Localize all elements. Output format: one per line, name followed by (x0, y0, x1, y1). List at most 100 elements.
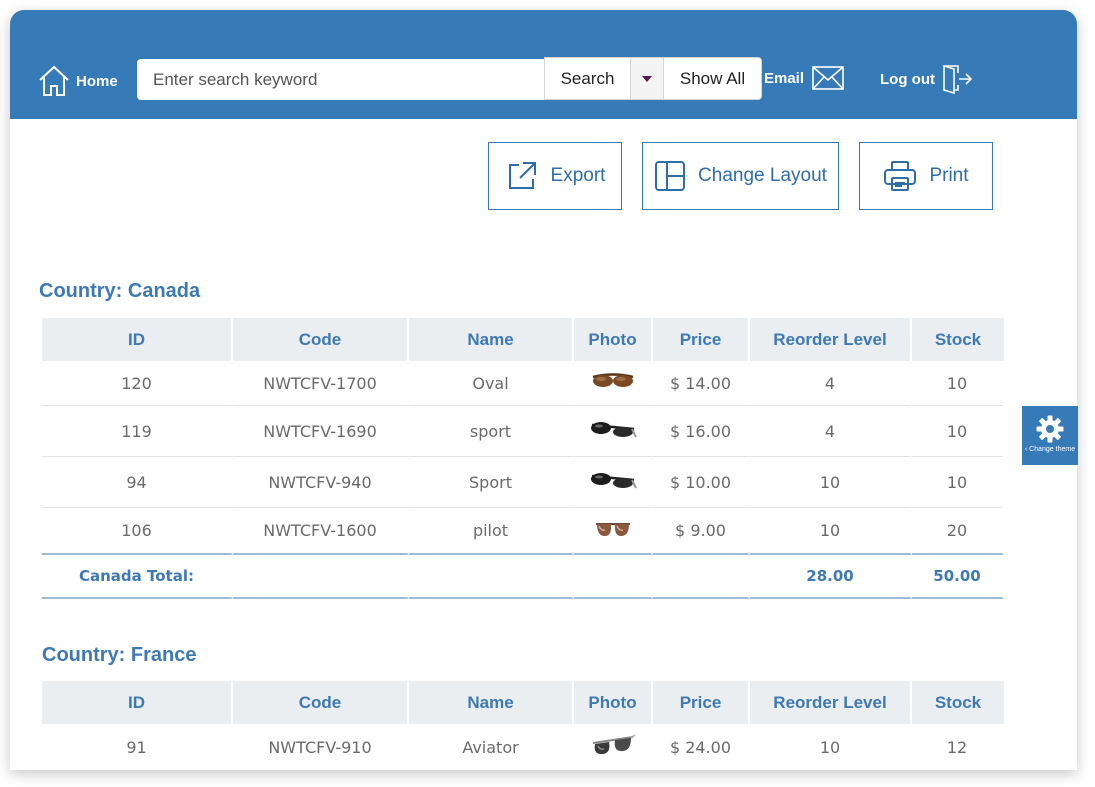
column-header-price[interactable]: Price (653, 318, 750, 361)
column-header-id[interactable]: ID (42, 318, 233, 361)
report-window: Home Search Show All Email Log out (10, 10, 1077, 770)
cell-stock: 10 (912, 406, 1004, 457)
column-header-stock[interactable]: Stock (912, 681, 1004, 724)
sunglasses-black-sport-icon (590, 473, 637, 489)
cell-name: pilot (409, 508, 574, 555)
group-total-stock: 50.00 (912, 555, 1004, 599)
top-bar: Home Search Show All Email Log out (10, 10, 1077, 119)
change-layout-label: Change Layout (698, 165, 827, 186)
search-button[interactable]: Search (544, 57, 631, 100)
cell-code: NWTCFV-940 (233, 457, 409, 508)
search-input[interactable] (137, 59, 545, 100)
cell-name: Sport (409, 457, 574, 508)
table-header-row: ID Code Name Photo Price Reorder Level S… (42, 318, 1004, 361)
cell-id: 120 (42, 361, 233, 406)
cell-id: 119 (42, 406, 233, 457)
cell-code: NWTCFV-1700 (233, 361, 409, 406)
sunglasses-black-sport-icon (590, 422, 637, 438)
group-total-row: Canada Total: 28.00 50.00 (42, 555, 1004, 599)
sunglasses-brown-pilot-icon (595, 522, 630, 536)
column-header-reorder-level[interactable]: Reorder Level (750, 318, 912, 361)
cell-empty (574, 555, 653, 599)
change-layout-button[interactable]: Change Layout (642, 142, 839, 210)
column-header-photo[interactable]: Photo (574, 318, 653, 361)
cell-name: Oval (409, 361, 574, 406)
export-icon (508, 162, 536, 189)
cell-price: $ 9.00 (653, 508, 750, 555)
print-label: Print (929, 165, 969, 186)
group-title-canada: Country: Canada (39, 280, 201, 302)
cell-name: Aviator (409, 724, 574, 770)
column-header-price[interactable]: Price (653, 681, 750, 724)
cell-stock: 12 (912, 724, 1004, 770)
cell-stock: 10 (912, 361, 1004, 406)
column-header-reorder-level[interactable]: Reorder Level (750, 681, 912, 724)
table-header-row: ID Code Name Photo Price Reorder Level S… (42, 681, 1004, 724)
home-label: Home (76, 72, 118, 90)
home-icon (39, 65, 69, 96)
caret-down-icon (642, 75, 652, 82)
cell-reorder-level: 10 (750, 508, 912, 555)
email-button[interactable]: Email (764, 66, 844, 90)
cell-price: $ 16.00 (653, 406, 750, 457)
change-theme-label: ‹ Change theme (1025, 446, 1075, 453)
cell-stock: 20 (912, 508, 1004, 555)
cell-photo (574, 361, 653, 406)
search-options-dropdown[interactable] (630, 57, 664, 100)
gear-icon (1036, 415, 1064, 443)
table-row[interactable]: 119 NWTCFV-1690 sport $ 16.00 4 10 (42, 406, 1004, 457)
cell-reorder-level: 10 (750, 457, 912, 508)
cell-price: $ 14.00 (653, 361, 750, 406)
show-all-button[interactable]: Show All (663, 57, 762, 100)
layout-icon (655, 161, 686, 191)
group-total-reorder-level: 28.00 (750, 555, 912, 599)
cell-code: NWTCFV-1690 (233, 406, 409, 457)
cell-code: NWTCFV-1600 (233, 508, 409, 555)
column-header-name[interactable]: Name (409, 681, 574, 724)
cell-name: sport (409, 406, 574, 457)
cell-photo (574, 406, 653, 457)
cell-empty (409, 555, 574, 599)
column-header-code[interactable]: Code (233, 318, 409, 361)
cell-price: $ 24.00 (653, 724, 750, 770)
home-button[interactable]: Home (37, 64, 118, 98)
cell-photo (574, 724, 653, 770)
group-total-label: Canada Total: (42, 555, 233, 599)
logout-label: Log out (880, 70, 935, 88)
products-table-france: ID Code Name Photo Price Reorder Level S… (42, 681, 1004, 770)
cell-price: $ 10.00 (653, 457, 750, 508)
envelope-icon (812, 66, 844, 90)
export-button[interactable]: Export (488, 142, 622, 210)
print-button[interactable]: Print (859, 142, 993, 210)
column-header-stock[interactable]: Stock (912, 318, 1004, 361)
table-row[interactable]: 106 NWTCFV-1600 pilot $ 9.00 10 20 (42, 508, 1004, 555)
cell-reorder-level: 10 (750, 724, 912, 770)
cell-photo (574, 457, 653, 508)
cell-code: NWTCFV-910 (233, 724, 409, 770)
sunglasses-brown-oval-icon (592, 373, 633, 387)
sunglasses-aviator-icon (592, 733, 635, 754)
table-row[interactable]: 91 NWTCFV-910 Aviator $ 24.00 10 12 (42, 724, 1004, 770)
column-header-name[interactable]: Name (409, 318, 574, 361)
table-row[interactable]: 120 NWTCFV-1700 Oval $ 14.00 4 10 (42, 361, 1004, 406)
column-header-id[interactable]: ID (42, 681, 233, 724)
export-label: Export (550, 165, 606, 186)
cell-empty (653, 555, 750, 599)
cell-reorder-level: 4 (750, 361, 912, 406)
logout-icon (943, 64, 973, 94)
column-header-photo[interactable]: Photo (574, 681, 653, 724)
cell-id: 106 (42, 508, 233, 555)
cell-empty (233, 555, 409, 599)
email-label: Email (764, 69, 805, 87)
table-row[interactable]: 94 NWTCFV-940 Sport $ 10.00 10 10 (42, 457, 1004, 508)
column-header-code[interactable]: Code (233, 681, 409, 724)
cell-stock: 10 (912, 457, 1004, 508)
logout-button[interactable]: Log out (880, 64, 973, 94)
printer-icon (884, 161, 917, 191)
cell-id: 94 (42, 457, 233, 508)
cell-reorder-level: 4 (750, 406, 912, 457)
group-title-france: Country: France (42, 644, 197, 666)
change-theme-tab[interactable]: ‹ Change theme (1022, 406, 1078, 465)
products-table-canada: ID Code Name Photo Price Reorder Level S… (42, 318, 1004, 599)
change-theme-text: Change theme (1029, 446, 1076, 453)
